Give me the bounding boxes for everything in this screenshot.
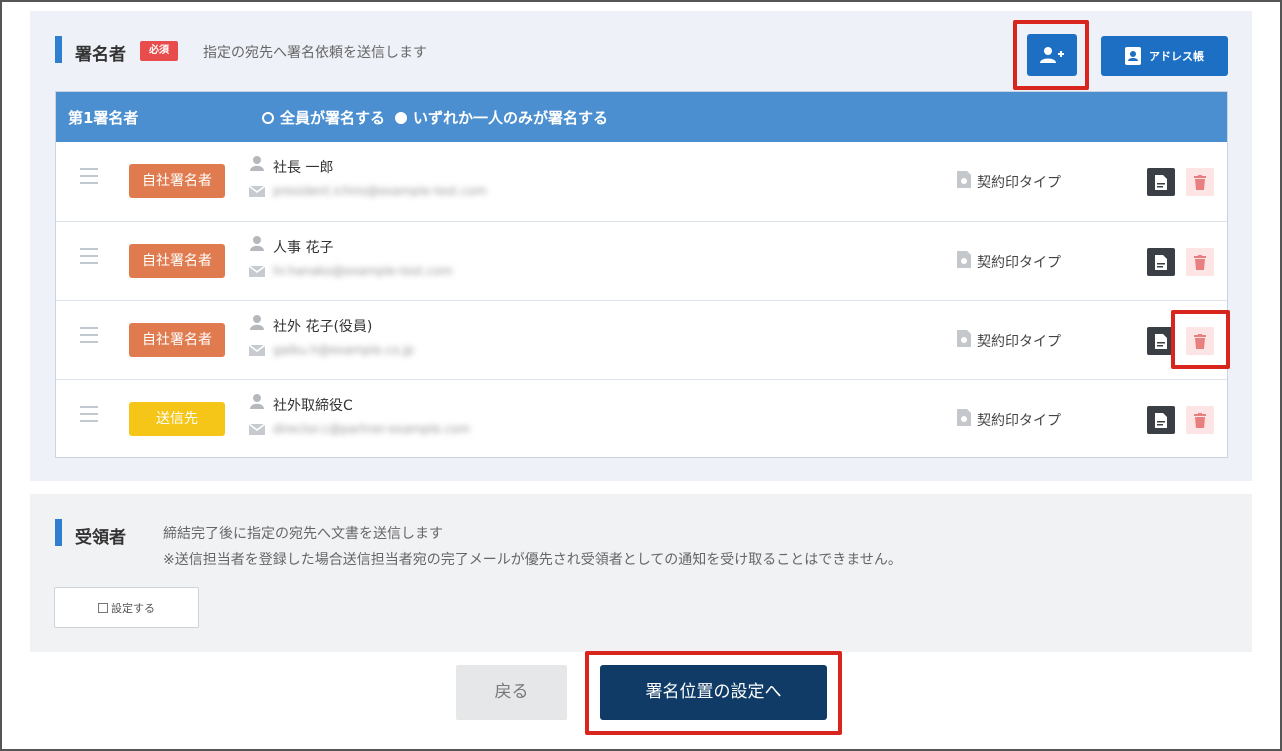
recipients-title: 受領者	[75, 528, 126, 548]
sign-mode-options: 全員が署名する いずれか一人のみが署名する	[262, 107, 608, 128]
back-button[interactable]: 戻る	[456, 665, 567, 720]
document-button[interactable]	[1147, 406, 1175, 434]
mail-icon	[249, 345, 265, 356]
seal-type-label: 契約印タイプ	[977, 334, 1061, 350]
delete-button[interactable]	[1186, 248, 1214, 276]
delete-button[interactable]	[1186, 406, 1214, 434]
signer-row: 自社署名者 社長 一郎 president.ichiro@example-tes…	[56, 142, 1227, 221]
recipients-note: ※送信担当者を登録した場合送信担当者宛の完了メールが優先され受領者としての通知を…	[163, 552, 902, 568]
drag-handle-icon[interactable]	[80, 327, 98, 343]
trash-icon	[1194, 254, 1206, 270]
person-icon	[250, 394, 264, 409]
recipients-panel	[30, 494, 1252, 652]
mail-icon	[249, 266, 265, 277]
signer-name: 社外取締役C	[273, 398, 353, 414]
signer-row: 自社署名者 人事 花子 hr.hanako@example-test.com 契…	[56, 221, 1227, 300]
signers-description: 指定の宛先へ署名依頼を送信します	[203, 45, 427, 61]
seal-type-label: 契約印タイプ	[977, 175, 1061, 191]
seal-type-label: 契約印タイプ	[977, 413, 1061, 429]
trash-icon	[1194, 333, 1206, 349]
section-accent-bar	[55, 36, 62, 63]
next-signature-position-button[interactable]: 署名位置の設定へ	[600, 665, 827, 720]
person-icon	[250, 315, 264, 330]
signer-row: 送信先 社外取締役C director.c@partner-example.co…	[56, 379, 1227, 458]
role-badge: 自社署名者	[129, 323, 225, 357]
recipients-description: 締結完了後に指定の宛先へ文書を送信します	[163, 526, 443, 542]
drag-handle-icon[interactable]	[80, 168, 98, 184]
required-badge: 必須	[140, 41, 178, 61]
person-icon	[250, 156, 264, 171]
document-icon	[1155, 333, 1167, 349]
signer-table: 第1署名者 全員が署名する いずれか一人のみが署名する 自社署名者 社長 一郎 …	[55, 91, 1228, 458]
add-user-icon	[1040, 47, 1064, 63]
signer-email: president.ichiro@example-test.com	[273, 184, 487, 198]
seal-type-label: 契約印タイプ	[977, 255, 1061, 271]
document-button[interactable]	[1147, 168, 1175, 196]
signer-name: 社長 一郎	[273, 160, 334, 176]
document-button[interactable]	[1147, 248, 1175, 276]
drag-handle-icon[interactable]	[80, 248, 98, 264]
signer-row: 自社署名者 社外 花子(役員) gaibu.h@example.co.jp 契約…	[56, 300, 1227, 379]
address-book-icon	[1125, 47, 1141, 65]
mail-icon	[249, 424, 265, 435]
section-accent-bar	[55, 519, 62, 546]
seal-document-icon	[957, 171, 971, 188]
checkbox-icon	[98, 602, 108, 613]
delete-button[interactable]	[1186, 327, 1214, 355]
signer-email: gaibu.h@example.co.jp	[273, 343, 414, 357]
address-book-label: アドレス帳	[1149, 50, 1204, 63]
radio-any-sign[interactable]	[395, 111, 408, 124]
seal-document-icon	[957, 409, 971, 426]
drag-handle-icon[interactable]	[80, 406, 98, 422]
signer-name: 人事 花子	[273, 240, 334, 256]
trash-icon	[1194, 174, 1206, 190]
signer-email: hr.hanako@example-test.com	[273, 264, 453, 278]
person-icon	[250, 236, 264, 251]
seal-document-icon	[957, 251, 971, 268]
option-all-label[interactable]: 全員が署名する	[280, 107, 385, 128]
set-recipient-label: 設定する	[111, 601, 155, 615]
signer-name: 社外 花子(役員)	[273, 319, 373, 335]
delete-button[interactable]	[1186, 168, 1214, 196]
table-header: 第1署名者 全員が署名する いずれか一人のみが署名する	[56, 92, 1227, 142]
document-icon	[1155, 174, 1167, 190]
role-badge: 送信先	[129, 402, 225, 436]
signers-title: 署名者	[75, 45, 126, 65]
role-badge: 自社署名者	[129, 244, 225, 278]
address-book-button[interactable]: アドレス帳	[1101, 36, 1228, 76]
document-button[interactable]	[1147, 327, 1175, 355]
role-badge: 自社署名者	[129, 164, 225, 198]
signer-order-label: 第1署名者	[68, 109, 139, 127]
document-icon	[1155, 254, 1167, 270]
document-icon	[1155, 412, 1167, 428]
seal-document-icon	[957, 330, 971, 347]
set-recipient-button[interactable]: 設定する	[54, 587, 199, 628]
radio-all-sign[interactable]	[262, 111, 274, 124]
mail-icon	[249, 186, 265, 197]
option-any-label[interactable]: いずれか一人のみが署名する	[413, 107, 608, 128]
add-signer-button[interactable]	[1027, 34, 1077, 76]
signer-email: director.c@partner-example.com	[273, 422, 471, 436]
trash-icon	[1194, 412, 1206, 428]
